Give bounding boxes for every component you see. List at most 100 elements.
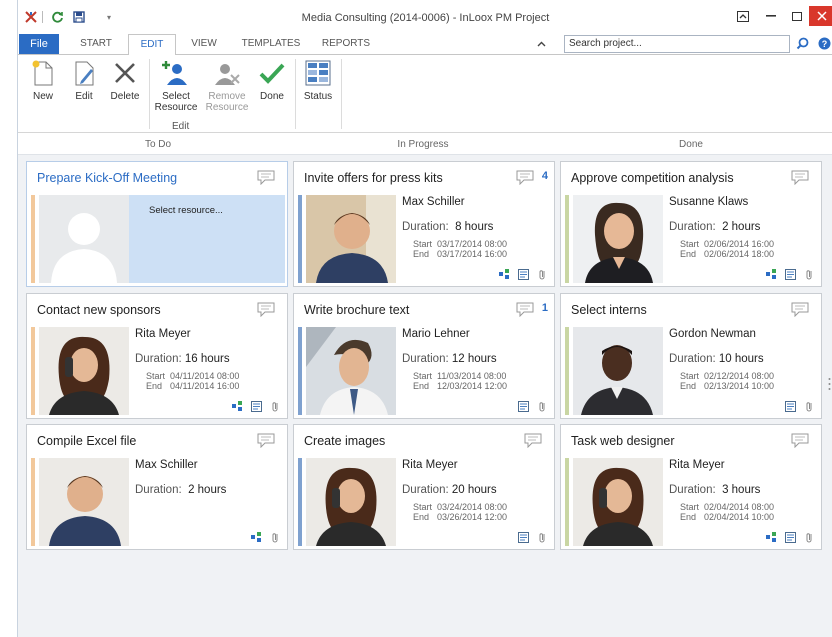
close-icon[interactable] — [809, 6, 832, 26]
delete-label: Delete — [110, 91, 140, 102]
remove-person-icon — [212, 57, 242, 89]
comment-icon[interactable] — [791, 170, 809, 185]
status-stripe — [31, 458, 35, 546]
hierarchy-icon[interactable] — [499, 269, 510, 280]
ribbon-separator — [295, 59, 296, 129]
status-stripe — [298, 195, 302, 283]
status-stripe — [565, 327, 569, 415]
column-header-todo: To Do — [144, 139, 172, 150]
comment-icon[interactable] — [791, 433, 809, 448]
board-icon[interactable] — [785, 401, 796, 412]
tab-edit[interactable]: EDIT — [128, 34, 176, 55]
board-icon[interactable] — [785, 532, 796, 543]
start-date: 02/06/2014 16:00 — [704, 239, 775, 249]
task-dates: Start 04/11/2014 08:00 End 04/11/2014 16:0… — [146, 371, 239, 391]
comment-count: 4 — [541, 170, 548, 182]
task-dates: Start 11/03/2014 08:00 End 12/03/2014 12:0… — [413, 371, 507, 391]
end-date: 02/13/2014 10:00 — [704, 381, 775, 391]
attachment-icon[interactable] — [537, 401, 548, 412]
duration-label: Duration: — [669, 221, 716, 233]
ribbon-separator — [149, 59, 150, 129]
task-card[interactable]: Write brochure text 1 Mario Lehner Durat… — [293, 293, 555, 419]
board-icon[interactable] — [785, 269, 796, 280]
help-icon[interactable]: ? — [816, 34, 832, 54]
comment-icon[interactable] — [516, 170, 534, 185]
task-card[interactable]: Task web designer Rita Meyer Duration: 3… — [560, 424, 822, 550]
select-resource-button[interactable]: Select Resource — [153, 57, 199, 113]
splitter-grip-icon[interactable] — [828, 377, 831, 391]
task-card[interactable]: Contact new sponsors Rita Meyer Duration… — [26, 293, 288, 419]
ribbon: New Edit Delete Select Resource Remove R… — [18, 54, 832, 133]
avatar-placeholder-icon — [39, 195, 129, 283]
task-card[interactable]: Select interns Gordon Newman Duration: 1… — [560, 293, 822, 419]
task-card[interactable]: Prepare Kick-Off Meeting Select resource… — [26, 161, 288, 287]
start-label: Start — [680, 502, 700, 512]
edit-button[interactable]: Edit — [67, 57, 101, 102]
comment-icon[interactable] — [791, 302, 809, 317]
status-stripe — [565, 195, 569, 283]
task-card[interactable]: Invite offers for press kits 4 Max Schil… — [293, 161, 555, 287]
duration-label: Duration: — [402, 221, 449, 233]
task-title: Task web designer — [571, 434, 675, 448]
new-button[interactable]: New — [26, 57, 60, 102]
comment-icon[interactable] — [524, 433, 542, 448]
tab-templates[interactable]: TEMPLATES — [240, 34, 302, 54]
hierarchy-icon[interactable] — [766, 269, 777, 280]
hierarchy-icon[interactable] — [232, 401, 243, 412]
attachment-icon[interactable] — [270, 401, 281, 412]
attachment-icon[interactable] — [804, 269, 815, 280]
search-input[interactable]: Search project... — [564, 35, 790, 53]
search-icon[interactable] — [794, 34, 810, 54]
tab-reports[interactable]: REPORTS — [320, 34, 372, 54]
board-icon[interactable] — [251, 401, 262, 412]
hierarchy-icon[interactable] — [766, 532, 777, 543]
end-label: End — [146, 381, 163, 391]
start-date: 04/11/2014 08:00 — [170, 371, 240, 381]
comment-icon[interactable] — [516, 302, 534, 317]
comment-count: 1 — [541, 302, 548, 314]
edit-label: Edit — [75, 91, 93, 102]
attachment-icon[interactable] — [804, 532, 815, 543]
duration-label: Duration: — [669, 353, 716, 365]
start-label: Start — [146, 371, 166, 381]
task-title: Prepare Kick-Off Meeting — [37, 171, 178, 185]
attachment-icon[interactable] — [270, 532, 281, 543]
resource-avatar — [306, 195, 396, 283]
done-button[interactable]: Done — [256, 57, 288, 102]
collapse-ribbon-icon[interactable] — [534, 34, 548, 54]
board-icon[interactable] — [518, 401, 529, 412]
delete-button[interactable]: Delete — [106, 57, 144, 102]
task-card[interactable]: Create images Rita Meyer Duration: 20 ho… — [293, 424, 555, 550]
select-resource-hint[interactable]: Select resource... — [149, 205, 223, 216]
window-title: Media Consulting (2014-0006) - InLoox PM… — [301, 12, 550, 24]
attachment-icon[interactable] — [537, 269, 548, 280]
comment-icon[interactable] — [257, 433, 275, 448]
attachment-icon[interactable] — [537, 532, 548, 543]
status-button[interactable]: Status — [300, 57, 336, 102]
task-card[interactable]: Approve competition analysis Susanne Kla… — [560, 161, 822, 287]
tab-view[interactable]: VIEW — [186, 34, 222, 54]
tab-file[interactable]: File — [19, 34, 59, 54]
start-date: 03/17/2014 08:00 — [437, 239, 508, 249]
hierarchy-icon[interactable] — [251, 532, 262, 543]
minimize-icon[interactable] — [758, 6, 784, 26]
status-board-icon — [303, 57, 333, 89]
board-icon[interactable] — [518, 269, 529, 280]
comment-icon[interactable] — [257, 170, 275, 185]
task-title: Compile Excel file — [37, 434, 137, 448]
maximize-icon[interactable] — [784, 6, 810, 26]
ribbon-group-edit-label: Edit — [172, 121, 190, 132]
tab-start[interactable]: START — [76, 34, 116, 54]
remove-resource-button[interactable]: Remove Resource — [204, 57, 250, 113]
end-date: 02/04/2014 10:00 — [704, 512, 775, 522]
start-label: Start — [680, 371, 700, 381]
resource-avatar — [573, 195, 663, 283]
attachment-icon[interactable] — [804, 401, 815, 412]
board-icon[interactable] — [518, 532, 529, 543]
resource-placeholder-area[interactable]: Select resource... — [39, 195, 285, 283]
comment-icon[interactable] — [257, 302, 275, 317]
task-card[interactable]: Compile Excel file Max Schiller Duration… — [26, 424, 288, 550]
ribbon-display-icon[interactable] — [730, 6, 756, 26]
task-dates: Start 02/12/2014 08:00 End 02/13/2014 10:0… — [680, 371, 774, 391]
resource-avatar — [573, 327, 663, 415]
